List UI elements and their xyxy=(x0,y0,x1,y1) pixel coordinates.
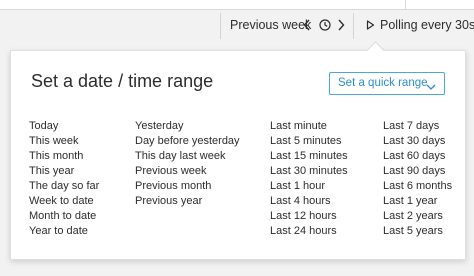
range-column-minutes-hours: Last minute Last 5 minutes Last 15 minut… xyxy=(270,119,348,239)
panel-title: Set a date / time range xyxy=(31,71,214,91)
toolbar-divider xyxy=(353,13,354,39)
range-option[interactable]: Today xyxy=(29,119,99,134)
range-option[interactable]: Last 5 minutes xyxy=(270,134,348,149)
toolbar-divider xyxy=(220,13,221,39)
range-option[interactable]: Last 1 hour xyxy=(270,179,348,194)
quick-range-dropdown[interactable]: Set a quick range xyxy=(329,72,445,95)
polling-label[interactable]: Polling every 30s xyxy=(380,10,474,40)
top-strip-divider xyxy=(405,0,406,9)
range-option[interactable]: Previous month xyxy=(135,179,240,194)
range-option[interactable]: Previous week xyxy=(135,164,240,179)
range-option[interactable]: Last 24 hours xyxy=(270,224,348,239)
range-option[interactable]: Last 15 minutes xyxy=(270,149,348,164)
chevron-right-icon[interactable] xyxy=(334,18,348,32)
range-option[interactable]: Previous year xyxy=(135,194,240,209)
range-column-current: Today This week This month This year The… xyxy=(29,119,99,239)
range-option[interactable]: Last 12 hours xyxy=(270,209,348,224)
page: Previous week Polling every 30s Set a da… xyxy=(0,0,474,276)
range-option[interactable]: Last 2 years xyxy=(383,209,452,224)
range-option[interactable]: Week to date xyxy=(29,194,99,209)
range-option[interactable]: Last 1 year xyxy=(383,194,452,209)
chevron-down-icon xyxy=(426,79,436,90)
range-option[interactable]: Last 90 days xyxy=(383,164,452,179)
range-option[interactable]: This week xyxy=(29,134,99,149)
range-option[interactable]: Last 5 years xyxy=(383,224,452,239)
range-option[interactable]: The day so far xyxy=(29,179,99,194)
range-column-previous: Yesterday Day before yesterday This day … xyxy=(135,119,240,209)
range-option[interactable]: Last 7 days xyxy=(383,119,452,134)
range-option[interactable]: Last minute xyxy=(270,119,348,134)
range-option[interactable]: This day last week xyxy=(135,149,240,164)
range-option[interactable]: Last 30 minutes xyxy=(270,164,348,179)
range-option[interactable]: Last 6 months xyxy=(383,179,452,194)
range-column-days-years: Last 7 days Last 30 days Last 60 days La… xyxy=(383,119,452,239)
time-toolbar: Previous week Polling every 30s xyxy=(0,10,474,40)
range-option[interactable]: Year to date xyxy=(29,224,99,239)
range-option[interactable]: Last 30 days xyxy=(383,134,452,149)
play-icon[interactable] xyxy=(363,18,377,32)
chevron-left-icon[interactable] xyxy=(300,18,314,32)
range-option[interactable]: Last 4 hours xyxy=(270,194,348,209)
range-option[interactable]: Last 60 days xyxy=(383,149,452,164)
range-option[interactable]: Month to date xyxy=(29,209,99,224)
quick-range-label: Set a quick range xyxy=(338,77,428,89)
top-strip xyxy=(0,0,474,10)
range-option[interactable]: This month xyxy=(29,149,99,164)
range-option[interactable]: Day before yesterday xyxy=(135,134,240,149)
range-option[interactable]: This year xyxy=(29,164,99,179)
clock-icon[interactable] xyxy=(318,18,332,32)
range-option[interactable]: Yesterday xyxy=(135,119,240,134)
